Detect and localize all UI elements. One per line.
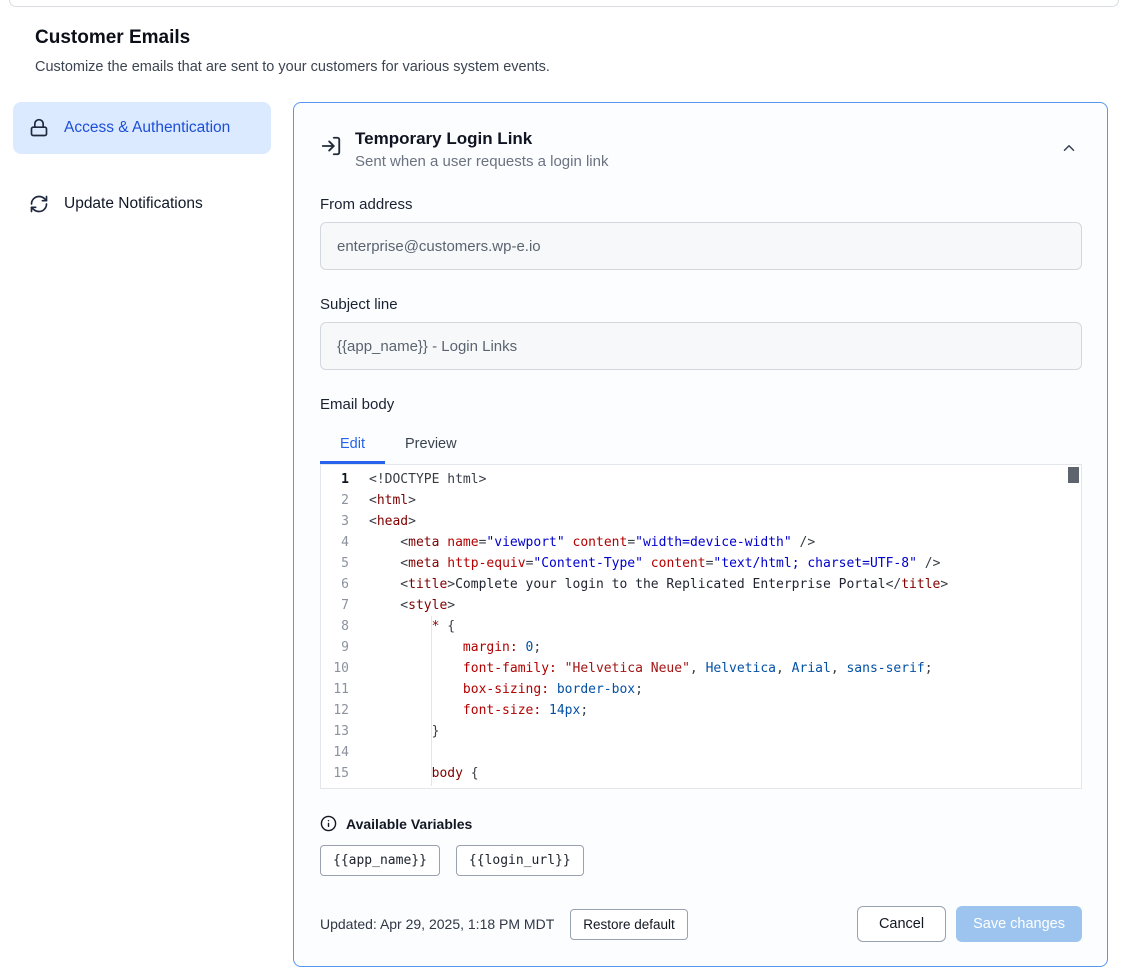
code-line[interactable]: 10 font-family: "Helvetica Neue", Helvet… bbox=[321, 658, 1081, 679]
code-line[interactable]: 2<html> bbox=[321, 490, 1081, 511]
code-text: * { bbox=[365, 616, 455, 637]
code-text: box-sizing: border-box; bbox=[365, 679, 643, 700]
code-line[interactable]: 13 } bbox=[321, 721, 1081, 742]
code-line[interactable]: 16 background-color: #f6f6f6; bbox=[321, 784, 1081, 789]
sidebar-item-update-notifications[interactable]: Update Notifications bbox=[13, 178, 271, 230]
code-text: font-family: "Helvetica Neue", Helvetica… bbox=[365, 658, 933, 679]
line-number: 13 bbox=[321, 721, 365, 742]
line-number: 5 bbox=[321, 553, 365, 574]
sidebar: Access & Authentication Update Notificat… bbox=[13, 102, 271, 230]
code-line[interactable]: 9 margin: 0; bbox=[321, 637, 1081, 658]
code-line[interactable]: 14 bbox=[321, 742, 1081, 763]
variable-chip-login-url[interactable]: {{login_url}} bbox=[456, 845, 584, 876]
code-text: margin: 0; bbox=[365, 637, 541, 658]
tab-preview[interactable]: Preview bbox=[385, 426, 477, 464]
available-variables-row: Available Variables bbox=[320, 815, 1082, 832]
editor-scrollbar[interactable] bbox=[1068, 467, 1079, 483]
code-text: font-size: 14px; bbox=[365, 700, 588, 721]
line-number: 15 bbox=[321, 763, 365, 784]
line-number: 8 bbox=[321, 616, 365, 637]
refresh-icon bbox=[29, 194, 49, 214]
variable-chips: {{app_name}} {{login_url}} bbox=[320, 845, 1082, 876]
code-text: <html> bbox=[365, 490, 416, 511]
code-text: <!DOCTYPE html> bbox=[365, 469, 486, 490]
code-text: <title>Complete your login to the Replic… bbox=[365, 574, 948, 595]
code-line[interactable]: 3<head> bbox=[321, 511, 1081, 532]
lock-icon bbox=[29, 118, 49, 138]
cancel-button[interactable]: Cancel bbox=[857, 906, 946, 942]
tab-edit[interactable]: Edit bbox=[320, 426, 385, 464]
code-line[interactable]: 8 * { bbox=[321, 616, 1081, 637]
page-subtitle: Customize the emails that are sent to yo… bbox=[35, 59, 1128, 75]
login-icon bbox=[320, 135, 342, 157]
code-line[interactable]: 12 font-size: 14px; bbox=[321, 700, 1081, 721]
card-title: Temporary Login Link bbox=[355, 129, 1043, 149]
editor-tabs: Edit Preview bbox=[320, 426, 1082, 464]
code-text: <style> bbox=[365, 595, 455, 616]
card-titles: Temporary Login Link Sent when a user re… bbox=[355, 129, 1043, 170]
code-text: <meta http-equiv="Content-Type" content=… bbox=[365, 553, 940, 574]
previous-card-bottom-edge bbox=[9, 0, 1119, 7]
content-row: Access & Authentication Update Notificat… bbox=[0, 102, 1128, 967]
code-editor[interactable]: 1<!DOCTYPE html>2<html>3<head>4 <meta na… bbox=[320, 464, 1082, 789]
variable-chip-app-name[interactable]: {{app_name}} bbox=[320, 845, 440, 876]
card-header: Temporary Login Link Sent when a user re… bbox=[320, 129, 1082, 170]
page-title: Customer Emails bbox=[35, 27, 1128, 49]
chevron-up-icon bbox=[1060, 139, 1078, 160]
card-subtitle: Sent when a user requests a login link bbox=[355, 153, 1043, 170]
sidebar-item-access-authentication[interactable]: Access & Authentication bbox=[13, 102, 271, 154]
line-number: 6 bbox=[321, 574, 365, 595]
from-address-input[interactable] bbox=[320, 222, 1082, 270]
save-changes-button[interactable]: Save changes bbox=[956, 906, 1082, 942]
code-text bbox=[365, 742, 377, 763]
line-number: 16 bbox=[321, 784, 365, 789]
collapse-button[interactable] bbox=[1056, 135, 1082, 164]
code-line[interactable]: 15 body { bbox=[321, 763, 1081, 784]
page-header: Customer Emails Customize the emails tha… bbox=[35, 27, 1128, 75]
line-number: 9 bbox=[321, 637, 365, 658]
code-text: background-color: #f6f6f6; bbox=[365, 784, 666, 789]
email-body-label: Email body bbox=[320, 396, 1082, 413]
line-number: 1 bbox=[321, 469, 365, 490]
code-text: body { bbox=[365, 763, 479, 784]
code-line[interactable]: 4 <meta name="viewport" content="width=d… bbox=[321, 532, 1081, 553]
line-number: 2 bbox=[321, 490, 365, 511]
code-text: } bbox=[365, 721, 439, 742]
code-text: <meta name="viewport" content="width=dev… bbox=[365, 532, 815, 553]
code-line[interactable]: 1<!DOCTYPE html> bbox=[321, 469, 1081, 490]
restore-default-button[interactable]: Restore default bbox=[570, 909, 688, 940]
line-number: 10 bbox=[321, 658, 365, 679]
subject-line-input[interactable] bbox=[320, 322, 1082, 370]
code-line[interactable]: 11 box-sizing: border-box; bbox=[321, 679, 1081, 700]
subject-line-label: Subject line bbox=[320, 296, 1082, 313]
sidebar-item-label: Access & Authentication bbox=[64, 116, 230, 140]
sidebar-item-label: Update Notifications bbox=[64, 192, 203, 216]
code-line[interactable]: 6 <title>Complete your login to the Repl… bbox=[321, 574, 1081, 595]
info-icon bbox=[320, 815, 337, 832]
email-template-card: Temporary Login Link Sent when a user re… bbox=[293, 102, 1108, 967]
available-variables-label: Available Variables bbox=[346, 816, 472, 832]
line-number: 14 bbox=[321, 742, 365, 763]
line-number: 4 bbox=[321, 532, 365, 553]
line-number: 7 bbox=[321, 595, 365, 616]
code-line[interactable]: 5 <meta http-equiv="Content-Type" conten… bbox=[321, 553, 1081, 574]
line-number: 3 bbox=[321, 511, 365, 532]
line-number: 11 bbox=[321, 679, 365, 700]
updated-timestamp: Updated: Apr 29, 2025, 1:18 PM MDT bbox=[320, 916, 554, 932]
code-lines: 1<!DOCTYPE html>2<html>3<head>4 <meta na… bbox=[321, 469, 1081, 789]
code-text: <head> bbox=[365, 511, 416, 532]
from-address-label: From address bbox=[320, 196, 1082, 213]
card-footer: Updated: Apr 29, 2025, 1:18 PM MDT Resto… bbox=[320, 906, 1082, 942]
line-number: 12 bbox=[321, 700, 365, 721]
code-line[interactable]: 7 <style> bbox=[321, 595, 1081, 616]
indent-guide bbox=[431, 616, 432, 786]
